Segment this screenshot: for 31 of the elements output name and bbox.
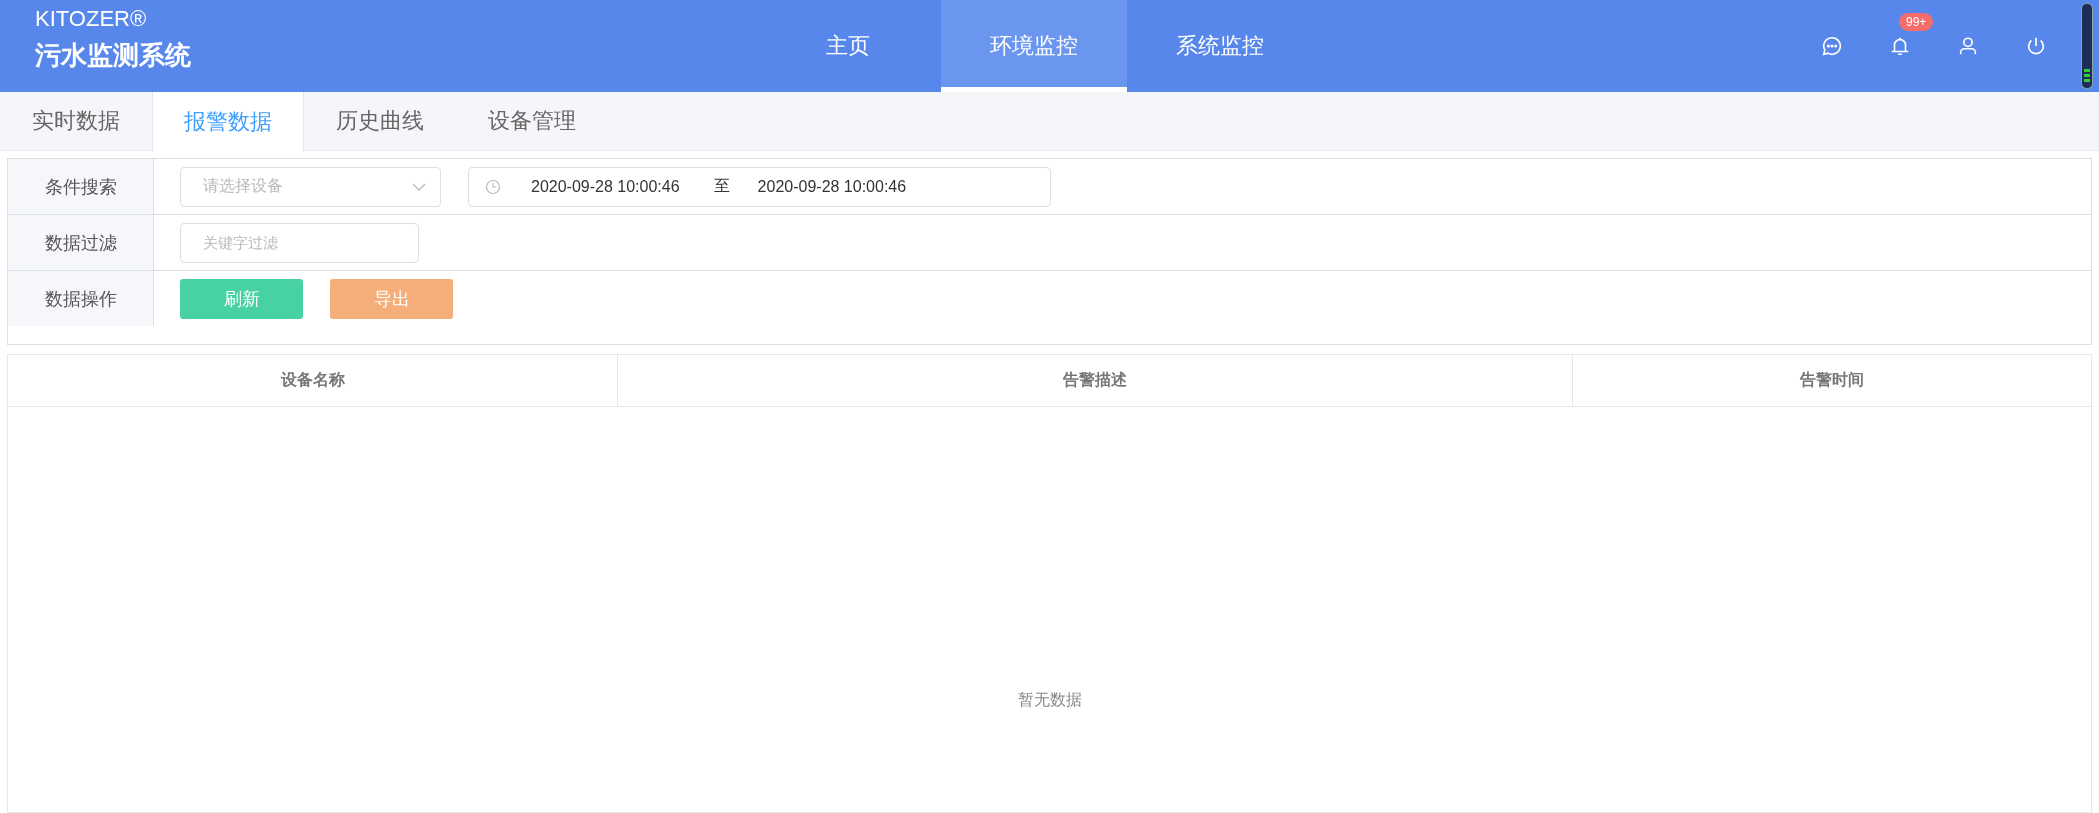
row-label: 数据过滤: [44, 231, 117, 255]
power-icon[interactable]: [2025, 35, 2047, 57]
row-label: 数据操作: [44, 287, 117, 311]
chevron-down-icon: [412, 182, 426, 191]
nav-tab[interactable]: 环境监控: [941, 0, 1127, 92]
chat-icon[interactable]: [1821, 35, 1843, 57]
device-select[interactable]: 请选择设备: [180, 166, 441, 207]
end-date: 2020-09-28 10:00:46: [757, 177, 907, 196]
date-range-field[interactable]: 2020-09-28 10:00:46 至 2020-09-28 10:00:46: [468, 166, 1051, 207]
bell-icon[interactable]: [1889, 35, 1911, 57]
range-separator: 至: [713, 176, 730, 196]
nav-tab[interactable]: 系统监控: [1127, 0, 1313, 92]
keyword-field[interactable]: 关键字过滤: [180, 222, 419, 263]
page-tab[interactable]: 设备管理: [456, 92, 608, 150]
system-title: 污水监测系统: [35, 39, 191, 72]
column-header: 告警时间: [1799, 370, 1865, 390]
row-label: 条件搜索: [44, 175, 117, 199]
column-header: 告警描述: [618, 355, 1573, 406]
column-header: 设备名称: [8, 355, 618, 406]
empty-message: 暂无数据: [1017, 690, 1082, 710]
brand-name: KITOZER®: [35, 6, 147, 32]
notification-badge: 99+: [1899, 13, 1934, 31]
user-icon[interactable]: [1957, 35, 1979, 57]
page-tab[interactable]: 实时数据: [0, 92, 152, 150]
refresh-button[interactable]: 刷新: [180, 278, 303, 319]
page-tab[interactable]: 报警数据: [152, 92, 304, 151]
nav-tab[interactable]: 主页: [755, 0, 941, 92]
page-tab[interactable]: 历史曲线: [304, 92, 456, 150]
start-date: 2020-09-28 10:00:46: [531, 177, 680, 196]
clock-icon: [485, 178, 501, 195]
export-button[interactable]: 导出: [330, 278, 453, 319]
